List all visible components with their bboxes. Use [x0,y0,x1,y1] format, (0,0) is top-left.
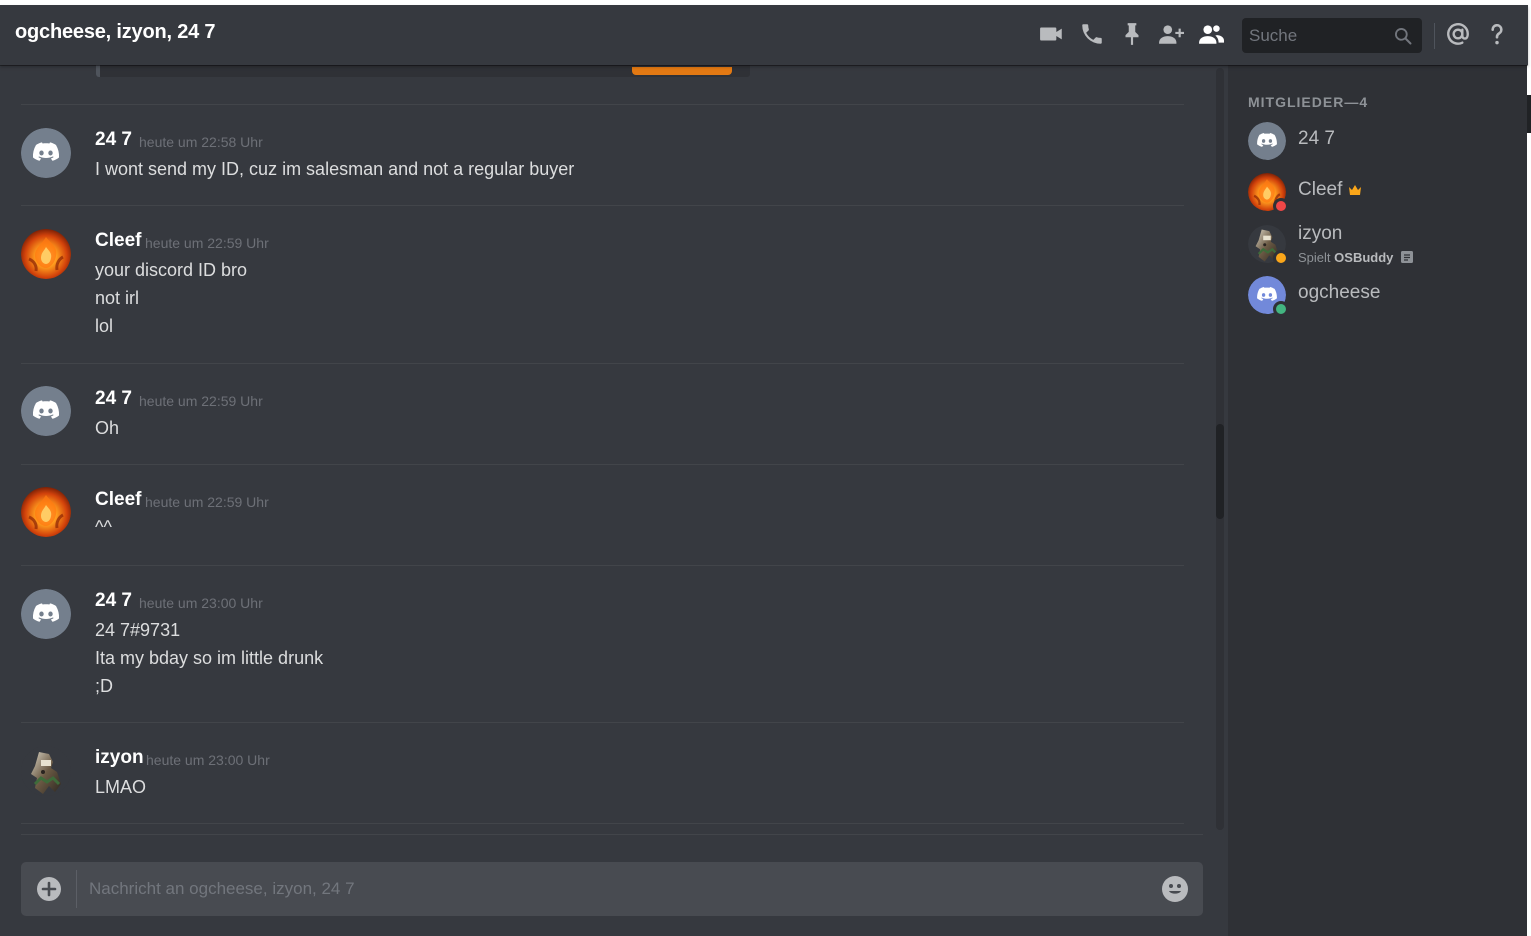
message-text: Ita my bday so im little drunk [95,648,324,668]
search-icon[interactable] [1393,26,1413,46]
message-timestamp: heute um 22:59 Uhr [145,235,269,251]
message-author[interactable]: 24 7 [95,590,132,612]
avatar [1248,225,1289,266]
embed-preview-stub [96,65,750,77]
message-author[interactable]: izyon [95,747,144,769]
member-name: 24 7 [1298,128,1335,149]
rich-presence-icon [1401,251,1414,263]
avatar [1248,276,1289,317]
avatar [1248,122,1286,160]
channel-header: ogcheese, izyon, 24 7 [0,5,1528,65]
avatar[interactable] [21,229,71,279]
member-item-24-7[interactable]: 24 7 [1228,122,1527,166]
message-text: Oh [95,418,120,438]
member-name: Cleef [1298,179,1343,200]
message-text: ^^ [95,517,112,537]
message-timestamp: heute um 23:00 Uhr [146,752,270,768]
channel-title: ogcheese, izyon, 24 7 [15,21,216,43]
add-friend-icon[interactable] [1158,21,1184,47]
message-divider [21,363,1184,364]
member-list-heading: MITGLIEDER—4 [1248,94,1369,110]
activity-name: OSBuddy [1334,250,1394,265]
member-item-ogcheese[interactable]: ogcheese [1228,276,1527,320]
status-online-indicator [1273,301,1289,317]
message-list: 24 7 heute um 22:58 Uhr I wont send my I… [0,65,1228,936]
message-timestamp: heute um 23:00 Uhr [139,595,263,611]
status-idle-indicator [1273,250,1289,266]
emoji-picker-icon[interactable] [1161,875,1189,903]
avatar[interactable] [21,589,71,639]
owner-crown-icon [1349,184,1362,195]
composer-top-divider [21,834,1203,835]
message-divider [21,565,1184,566]
message-timestamp: heute um 22:59 Uhr [145,494,269,510]
message-text: LMAO [95,777,147,797]
header-divider [1434,23,1435,49]
member-item-cleef[interactable]: Cleef [1228,173,1527,217]
message-divider [21,823,1184,824]
message-divider [21,464,1184,465]
search-box[interactable] [1242,18,1422,53]
message-divider [21,722,1184,723]
avatar[interactable] [21,386,71,436]
mention-icon[interactable] [1445,21,1471,47]
member-name-row: Cleef [1298,179,1362,201]
window-right-edge [1527,5,1531,936]
message-input[interactable] [89,862,1149,916]
message-author[interactable]: 24 7 [95,129,132,151]
search-input[interactable] [1242,18,1389,53]
pin-icon[interactable] [1119,21,1145,47]
composer-separator [76,870,77,908]
activity-prefix: Spielt [1298,250,1331,265]
status-dnd-indicator [1273,198,1289,214]
avatar[interactable] [21,487,71,537]
message-author[interactable]: 24 7 [95,388,132,410]
avatar[interactable] [21,746,71,796]
member-list: MITGLIEDER—4 24 7 Cleef izyon Spielt OSB… [1228,65,1527,936]
message-divider [21,104,1184,105]
chat-scrollbar-thumb[interactable] [1216,424,1224,519]
member-name: ogcheese [1298,282,1381,303]
message-text: ;D [95,676,113,696]
member-item-izyon[interactable]: izyon Spielt OSBuddy [1228,220,1527,266]
member-name: izyon [1298,223,1343,244]
message-text: not irl [95,288,140,308]
message-timestamp: heute um 22:58 Uhr [139,134,263,150]
upload-plus-icon[interactable] [36,876,62,902]
message-divider [21,205,1184,206]
message-text: your discord ID bro [95,260,248,280]
message-text: I wont send my ID, cuz im salesman and n… [95,159,575,179]
message-author[interactable]: Cleef [95,230,141,252]
message-timestamp: heute um 22:59 Uhr [139,393,263,409]
avatar [1248,173,1289,214]
message-text: 24 7#9731 [95,620,181,640]
member-activity: Spielt OSBuddy [1298,250,1414,265]
avatar[interactable] [21,128,71,178]
phone-call-icon[interactable] [1079,21,1105,47]
message-text: lol [95,316,114,336]
members-icon[interactable] [1198,21,1224,47]
video-call-icon[interactable] [1039,21,1065,47]
help-icon[interactable] [1484,21,1510,47]
message-author[interactable]: Cleef [95,489,141,511]
message-composer [21,862,1203,916]
